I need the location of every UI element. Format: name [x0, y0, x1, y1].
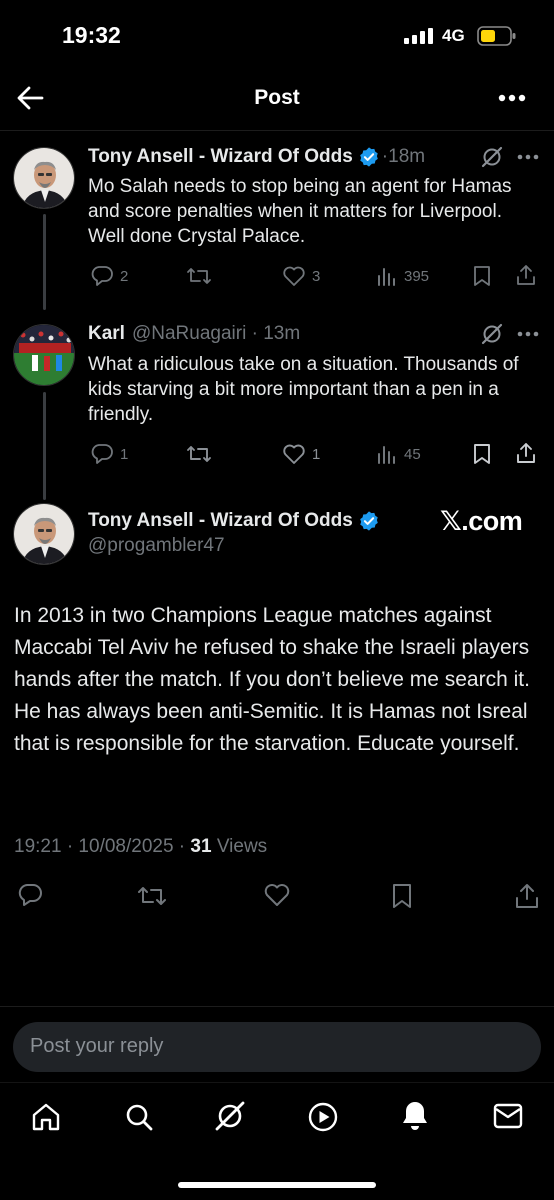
verified-badge-icon [358, 146, 380, 168]
watermark: 𝕏.com [440, 506, 523, 536]
bookmark-icon[interactable] [391, 883, 413, 909]
like-count: 3 [312, 267, 321, 285]
like-button[interactable]: 3 [282, 265, 320, 287]
grok-icon[interactable] [214, 1100, 246, 1132]
like-button[interactable] [263, 883, 291, 907]
views-count: 395 [404, 267, 430, 285]
handle-and-time: @NaRuagairi · 13m [131, 323, 301, 344]
bookmark-icon[interactable] [472, 265, 492, 287]
grok-icon[interactable] [480, 322, 504, 346]
grok-icon[interactable] [480, 145, 504, 169]
post-timestamp: 19:21 · 10/08/2025 · [14, 836, 191, 857]
reply-count: 1 [120, 445, 129, 463]
reply-placeholder: Post your reply [30, 1035, 164, 1057]
post-time: ·18m [381, 146, 426, 167]
status-time: 19:32 [62, 22, 121, 48]
reply-button[interactable]: 2 [90, 265, 128, 287]
repost-button[interactable] [186, 265, 212, 287]
avatar[interactable] [13, 147, 75, 209]
section-divider [0, 1006, 554, 1007]
more-options-icon[interactable] [498, 94, 526, 102]
post-metadata: 19:21 · 10/08/2025 · 31 Views [14, 836, 267, 858]
views-button[interactable]: 395 [376, 265, 429, 287]
search-icon[interactable] [124, 1102, 154, 1132]
page-title: Post [254, 86, 300, 109]
bookmark-icon[interactable] [472, 443, 492, 465]
more-options-icon[interactable] [517, 154, 539, 160]
reply-button[interactable] [17, 883, 43, 907]
share-icon[interactable] [515, 264, 537, 286]
tweet-header: Karl @NaRuagairi · 13m [88, 322, 300, 346]
messages-icon[interactable] [493, 1103, 523, 1129]
home-icon[interactable] [31, 1102, 61, 1132]
like-count: 1 [312, 445, 321, 463]
author-name[interactable]: Tony Ansell - Wizard Of Odds [88, 145, 353, 169]
share-icon[interactable] [515, 442, 537, 464]
author-handle[interactable]: @progambler47 [88, 535, 225, 557]
views-count: 45 [404, 445, 421, 463]
header-divider [0, 130, 554, 131]
thread-connector [43, 214, 46, 310]
views-label: Views [211, 836, 268, 857]
tweet-text: Mo Salah needs to stop being an agent fo… [88, 176, 512, 247]
share-icon[interactable] [514, 883, 540, 909]
reply-count: 2 [120, 267, 129, 285]
avatar[interactable] [13, 503, 75, 565]
battery-icon [477, 26, 517, 46]
more-options-icon[interactable] [517, 331, 539, 337]
tweet-header: Tony Ansell - Wizard Of Odds [88, 509, 380, 533]
author-name[interactable]: Tony Ansell - Wizard Of Odds [88, 509, 353, 533]
views-number: 31 [190, 836, 212, 857]
main-post-text: In 2013 in two Champions League matches … [14, 604, 530, 755]
views-button[interactable]: 45 [376, 443, 421, 465]
tweet-text: What a ridiculous take on a situation. T… [88, 354, 519, 425]
video-icon[interactable] [307, 1101, 339, 1133]
tweet-header: Tony Ansell - Wizard Of Odds ·18m [88, 145, 425, 169]
repost-button[interactable] [137, 884, 167, 908]
network-type: 4G [442, 26, 465, 45]
like-button[interactable]: 1 [282, 443, 320, 465]
reply-button[interactable]: 1 [90, 443, 128, 465]
repost-button[interactable] [186, 443, 212, 465]
notifications-icon[interactable] [400, 1100, 430, 1132]
verified-badge-icon [358, 510, 380, 532]
thread-connector [43, 392, 46, 500]
home-indicator[interactable] [178, 1182, 376, 1188]
cellular-signal-icon [404, 28, 434, 44]
avatar[interactable] [13, 324, 75, 386]
author-name[interactable]: Karl [88, 322, 125, 346]
